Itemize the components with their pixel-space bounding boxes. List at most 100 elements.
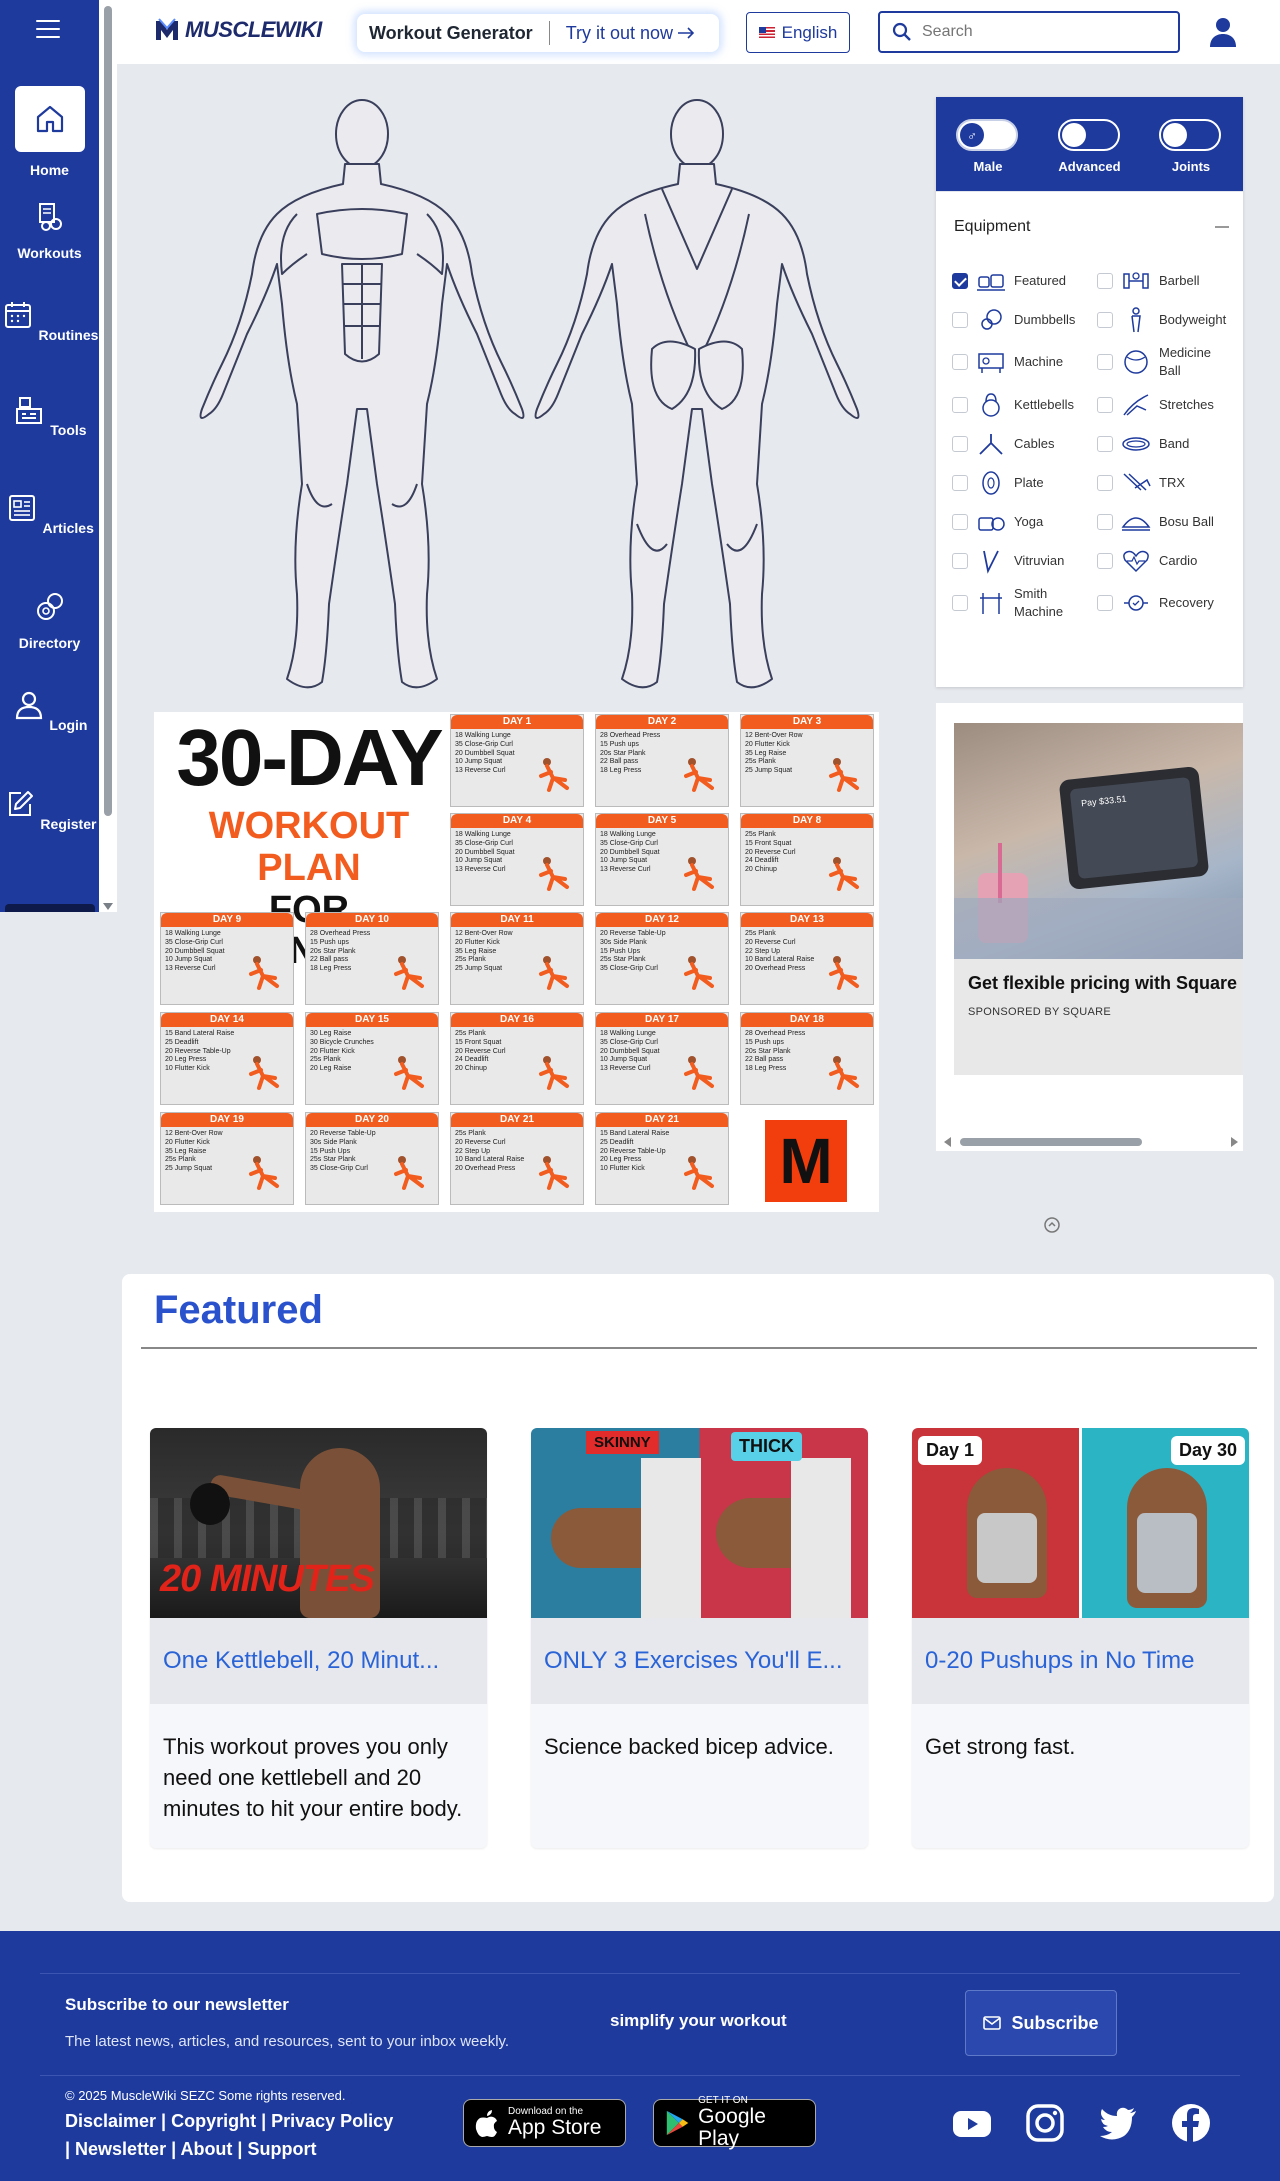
poster-exercise: 13 Reverse Curl: [455, 767, 506, 774]
search-input[interactable]: [922, 23, 1162, 41]
card-title[interactable]: 0-20 Pushups in No Time: [912, 1618, 1249, 1704]
sidebar-item-articles[interactable]: Articles: [0, 491, 99, 536]
sidebar-scrollbar[interactable]: [99, 0, 117, 912]
subscribe-button[interactable]: Subscribe: [965, 1990, 1117, 2056]
footer-links-secondary[interactable]: | Newsletter | About | Support: [65, 2139, 316, 2160]
equipment-bosu-ball[interactable]: Bosu Ball: [1091, 502, 1236, 541]
checkbox[interactable]: [1097, 552, 1113, 569]
ad-workout-poster[interactable]: ▷ ⋮ 30-DAY WORKOUT PLAN FOR BEGINNERS DA…: [154, 712, 879, 1212]
facebook-icon[interactable]: [1169, 2101, 1213, 2145]
brand-logo[interactable]: MUSCLEWIKI: [153, 16, 322, 44]
card-overlay-text: 20 MINUTES: [160, 1558, 375, 1600]
filter-panel: ♂ Male Advanced Joints Equipment Feature…: [936, 97, 1243, 687]
checkbox[interactable]: [952, 354, 968, 370]
checkbox[interactable]: [1097, 435, 1113, 452]
poster-exercise: 20 Dumbbell Squat: [455, 749, 515, 757]
checkbox[interactable]: [1097, 513, 1113, 530]
poster-exercise: 15 Push ups: [600, 740, 639, 748]
sidebar-item-login[interactable]: Login: [0, 688, 99, 733]
checkbox[interactable]: [952, 513, 968, 530]
poster-day-card: DAY 21 25s Plank 20 Reverse Curl 22 Step Up…: [450, 1112, 584, 1205]
poster-exercise: 13 Reverse Curl: [455, 866, 506, 873]
equipment-recovery[interactable]: Recovery: [1091, 580, 1236, 626]
ad-options-icon[interactable]: [1043, 1216, 1061, 1234]
checkbox[interactable]: [952, 311, 968, 328]
checkbox[interactable]: [952, 435, 968, 452]
poster-exercise: 20 Dumbbell Squat: [600, 848, 660, 856]
ad-square[interactable]: Pay $33.51 Get flexible pricing with Squ…: [936, 703, 1243, 1151]
checkbox[interactable]: [952, 474, 968, 491]
equipment-medicine-ball[interactable]: Medicine Ball: [1091, 339, 1236, 385]
equipment-plate[interactable]: Plate: [946, 463, 1091, 502]
equipment-kettlebells[interactable]: Kettlebells: [946, 385, 1091, 424]
equipment-smith-machine[interactable]: Smith Machine: [946, 580, 1091, 626]
collapse-icon[interactable]: [1215, 225, 1229, 228]
checkbox[interactable]: [952, 595, 968, 611]
checkbox[interactable]: [952, 552, 968, 569]
equipment-cardio[interactable]: Cardio: [1091, 541, 1236, 580]
poster-exercise: 15 Band Lateral Raise: [165, 1030, 235, 1037]
featured-card[interactable]: Day 1 Day 30 0-20 Pushups in No Time Get…: [912, 1428, 1249, 1848]
gender-toggle[interactable]: ♂ Male: [956, 119, 1020, 191]
muscle-map[interactable]: [117, 64, 937, 704]
exercise-figure-icon: [539, 758, 569, 792]
account-icon[interactable]: [1206, 15, 1240, 49]
poster-exercise: 24 Deadlift: [455, 1056, 489, 1064]
hamburger-menu-icon[interactable]: [36, 20, 60, 42]
equipment-header[interactable]: Equipment: [936, 191, 1243, 261]
equipment-band[interactable]: Band: [1091, 424, 1236, 463]
featured-card[interactable]: 20 MINUTES One Kettlebell, 20 Minut... T…: [150, 1428, 487, 1848]
poster-exercise: 35 Close-Grip Curl: [455, 740, 513, 748]
calendar-icon: [4, 302, 31, 328]
advanced-toggle[interactable]: Advanced: [1057, 119, 1122, 191]
equipment-cables[interactable]: Cables: [946, 424, 1091, 463]
card-thumbnail: SKINNY THICK: [531, 1428, 868, 1618]
exercise-figure-icon: [684, 758, 714, 792]
equipment-barbell[interactable]: Barbell: [1091, 261, 1236, 300]
poster-exercise: 10 Jump Squat: [165, 956, 213, 964]
checkbox[interactable]: [1097, 354, 1113, 370]
checkbox[interactable]: [952, 272, 968, 289]
exercise-figure-icon: [684, 1056, 714, 1090]
featured-card[interactable]: SKINNY THICK ONLY 3 Exercises You'll E..…: [531, 1428, 868, 1848]
checkbox[interactable]: [1097, 474, 1113, 491]
checkbox[interactable]: [1097, 272, 1113, 289]
equipment-featured[interactable]: Featured: [946, 261, 1091, 300]
checkbox[interactable]: [1097, 396, 1113, 413]
google-play-badge[interactable]: GET IT ON Google Play: [653, 2095, 816, 2150]
checkbox[interactable]: [952, 396, 968, 413]
checkbox[interactable]: [1097, 595, 1113, 611]
workout-generator-banner[interactable]: Workout Generator Try it out now: [357, 14, 719, 52]
footer-links-primary[interactable]: Disclaimer | Copyright | Privacy Policy: [65, 2111, 393, 2132]
equipment-yoga[interactable]: Yoga: [946, 502, 1091, 541]
equipment-machine[interactable]: Machine: [946, 339, 1091, 385]
sidebar-item-tools[interactable]: Tools: [0, 393, 99, 438]
equipment-bodyweight[interactable]: Bodyweight: [1091, 300, 1236, 339]
poster-day-label: DAY 13: [741, 913, 873, 927]
twitter-icon[interactable]: [1096, 2101, 1140, 2145]
sidebar-item-routines[interactable]: Routines: [0, 298, 99, 343]
sidebar-item-home[interactable]: Home: [0, 86, 99, 178]
equipment-vitruvian[interactable]: Vitruvian: [946, 541, 1091, 580]
search-box[interactable]: [878, 11, 1180, 53]
sidebar-item-workouts[interactable]: Workouts: [0, 200, 99, 261]
poster-exercise: 18 Walking Lunge: [455, 831, 511, 838]
joints-toggle[interactable]: Joints: [1159, 119, 1223, 191]
ad-scrollbar[interactable]: [940, 1135, 1240, 1147]
sidebar-item-register[interactable]: Register: [0, 787, 99, 832]
equipment-trx[interactable]: TRX: [1091, 463, 1236, 502]
checkbox[interactable]: [1097, 311, 1113, 328]
poster-day-card: DAY 13 25s Plank 20 Reverse Curl 22 Step Up…: [740, 912, 874, 1005]
app-store-badge[interactable]: Download on the App Store: [463, 2099, 626, 2147]
card-title[interactable]: One Kettlebell, 20 Minut...: [150, 1618, 487, 1704]
language-selector[interactable]: English: [746, 12, 850, 53]
equipment-stretches[interactable]: Stretches: [1091, 385, 1236, 424]
poster-day-card: DAY 19 12 Bent-Over Row 20 Flutter Kick 35 …: [160, 1112, 294, 1205]
youtube-icon[interactable]: [950, 2101, 994, 2145]
poster-exercise: 18 Walking Lunge: [600, 1030, 656, 1037]
sidebar-item-directory[interactable]: Directory: [0, 590, 99, 651]
equipment-dumbbells[interactable]: Dumbbells: [946, 300, 1091, 339]
try-it-now-link[interactable]: Try it out now: [566, 23, 673, 44]
instagram-icon[interactable]: [1023, 2101, 1067, 2145]
card-title[interactable]: ONLY 3 Exercises You'll E...: [531, 1618, 868, 1704]
